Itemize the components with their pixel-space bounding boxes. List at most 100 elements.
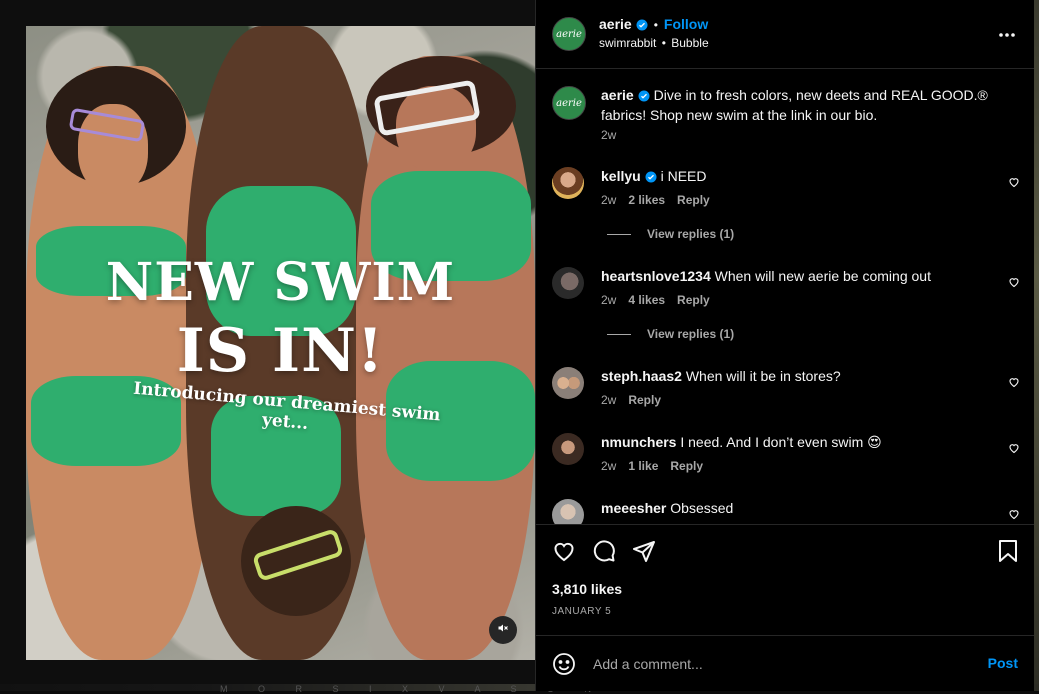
view-replies-button[interactable]: View replies (1) (607, 327, 734, 341)
comment-body: heartsnlove1234 When will new aerie be c… (601, 267, 1001, 285)
comment-username[interactable]: nmunchers (601, 434, 676, 450)
comment-item: nmunchers I need. And I don’t even swim … (552, 433, 1020, 477)
reply-button[interactable]: Reply (677, 193, 710, 207)
comment-username[interactable]: steph.haas2 (601, 368, 682, 384)
verified-badge-icon (645, 169, 657, 187)
audio-track: Bubble (671, 36, 709, 50)
comment-like-button[interactable] (1008, 375, 1020, 393)
account-avatar[interactable]: aerie (552, 17, 586, 51)
comment-like-button[interactable] (1008, 175, 1020, 193)
caption-body: aerie Dive in to fresh colors, new deets… (601, 86, 1001, 124)
comment-body: nmunchers I need. And I don’t even swim … (601, 433, 1001, 451)
emoji-button[interactable] (552, 652, 576, 681)
comment-age: 2w (601, 193, 617, 207)
comment-like-button[interactable] (1008, 275, 1020, 293)
heart-icon (552, 542, 576, 567)
reply-button[interactable]: Reply (628, 393, 661, 407)
header-title-row: aerie • Follow (599, 16, 708, 36)
speaker-muted-icon (497, 621, 509, 639)
post-media[interactable]: NEW SWIM IS IN! Introducing our dreamies… (26, 26, 535, 660)
caption-username[interactable]: aerie (601, 87, 634, 103)
comments-list[interactable]: aerie aerie Dive in to fresh colors, new… (536, 69, 1034, 524)
comment-body: steph.haas2 When will it be in stores? (601, 367, 1001, 385)
post-button[interactable]: Post (988, 655, 1018, 671)
comment-text: When will it be in stores? (685, 368, 841, 384)
save-button[interactable] (997, 539, 1019, 568)
view-replies-button[interactable]: View replies (1) (607, 227, 734, 241)
caption-avatar[interactable]: aerie (552, 86, 586, 120)
heart-icon (1008, 507, 1020, 524)
reply-button[interactable]: Reply (670, 459, 703, 473)
view-replies-label: View replies (1) (647, 327, 735, 341)
heart-icon (1008, 175, 1020, 192)
audio-line[interactable]: swimrabbit • Bubble (599, 36, 709, 50)
comment-text: Obsessed (670, 500, 734, 516)
heart-icon (1008, 275, 1020, 292)
comment-meta: 2w 4 likes Reply (601, 293, 722, 307)
share-button[interactable] (632, 539, 656, 568)
send-icon (632, 541, 656, 567)
avatar-logo-text: aerie (556, 97, 582, 109)
replies-line (607, 234, 631, 236)
audio-user: swimrabbit (599, 36, 657, 50)
comment-item: steph.haas2 When will it be in stores? 2… (552, 367, 1020, 411)
commenter-avatar[interactable] (552, 167, 584, 199)
commenter-avatar[interactable] (552, 267, 584, 299)
comment-body: meeesher Obsessed (601, 499, 1001, 517)
comment-username[interactable]: heartsnlove1234 (601, 268, 711, 284)
more-options-button[interactable] (998, 25, 1016, 43)
verified-badge-icon (638, 88, 650, 106)
comment-item: meeesher Obsessed (552, 499, 1020, 524)
view-replies-label: View replies (1) (647, 227, 735, 241)
comment-input[interactable] (591, 653, 965, 675)
post-header: aerie aerie • Follow swimrabbit • Bubble (536, 0, 1034, 69)
reply-button[interactable]: Reply (677, 293, 710, 307)
commenter-avatar[interactable] (552, 433, 584, 465)
comment-meta: 2w Reply (601, 393, 673, 407)
avatar-logo-text: aerie (556, 28, 582, 40)
comment-button[interactable] (592, 539, 616, 568)
heart-icon (1008, 441, 1020, 458)
post-date: JANUARY 5 (552, 606, 612, 617)
comment-username[interactable]: meeesher (601, 500, 666, 516)
comment-body: kellyu i NEED (601, 167, 1001, 187)
post-actions: 3,810 likes JANUARY 5 (536, 524, 1034, 635)
comment-username[interactable]: kellyu (601, 168, 641, 184)
comment-composer: Post (536, 635, 1034, 692)
comment-item: heartsnlove1234 When will new aerie be c… (552, 267, 1020, 347)
more-options-icon (998, 25, 1016, 42)
comment-meta: 2w 1 like Reply (601, 459, 715, 473)
comment-likes[interactable]: 2 likes (628, 193, 665, 207)
commenter-avatar[interactable] (552, 367, 584, 399)
mute-button[interactable] (489, 616, 517, 644)
follow-button[interactable]: Follow (664, 16, 708, 32)
bookmark-icon (997, 540, 1019, 567)
comment-age: 2w (601, 459, 617, 473)
caption-text: Dive in to fresh colors, new deets and R… (601, 87, 988, 123)
commenter-avatar[interactable] (552, 499, 584, 524)
comment-text: When will new aerie be coming out (714, 268, 931, 284)
likes-count[interactable]: 3,810 likes (552, 581, 622, 597)
caption-age: 2w (601, 128, 617, 142)
comment-like-button[interactable] (1008, 507, 1020, 524)
emoji-icon (552, 653, 576, 680)
audio-separator: • (661, 36, 666, 50)
comment-like-button[interactable] (1008, 441, 1020, 459)
like-button[interactable] (552, 539, 576, 568)
comment-likes[interactable]: 1 like (628, 459, 658, 473)
verified-badge-icon (636, 18, 648, 36)
post-details-panel: aerie aerie • Follow swimrabbit • Bubble a… (535, 0, 1034, 691)
replies-line (607, 334, 631, 336)
media-headline-line2: IS IN! (176, 316, 385, 386)
comment-likes[interactable]: 4 likes (628, 293, 665, 307)
comment-text: i NEED (660, 168, 707, 184)
comment-age: 2w (601, 393, 617, 407)
comment-item: kellyu i NEED 2w 2 likes Reply View replie… (552, 167, 1020, 247)
account-username[interactable]: aerie (599, 16, 632, 32)
media-headline-line1: NEW SWIM (105, 252, 456, 313)
comment-icon (592, 540, 616, 567)
comment-text: I need. And I don’t even swim 😍 (680, 434, 882, 450)
caption-meta: 2w (601, 128, 628, 142)
comment-age: 2w (601, 293, 617, 307)
heart-icon (1008, 375, 1020, 392)
